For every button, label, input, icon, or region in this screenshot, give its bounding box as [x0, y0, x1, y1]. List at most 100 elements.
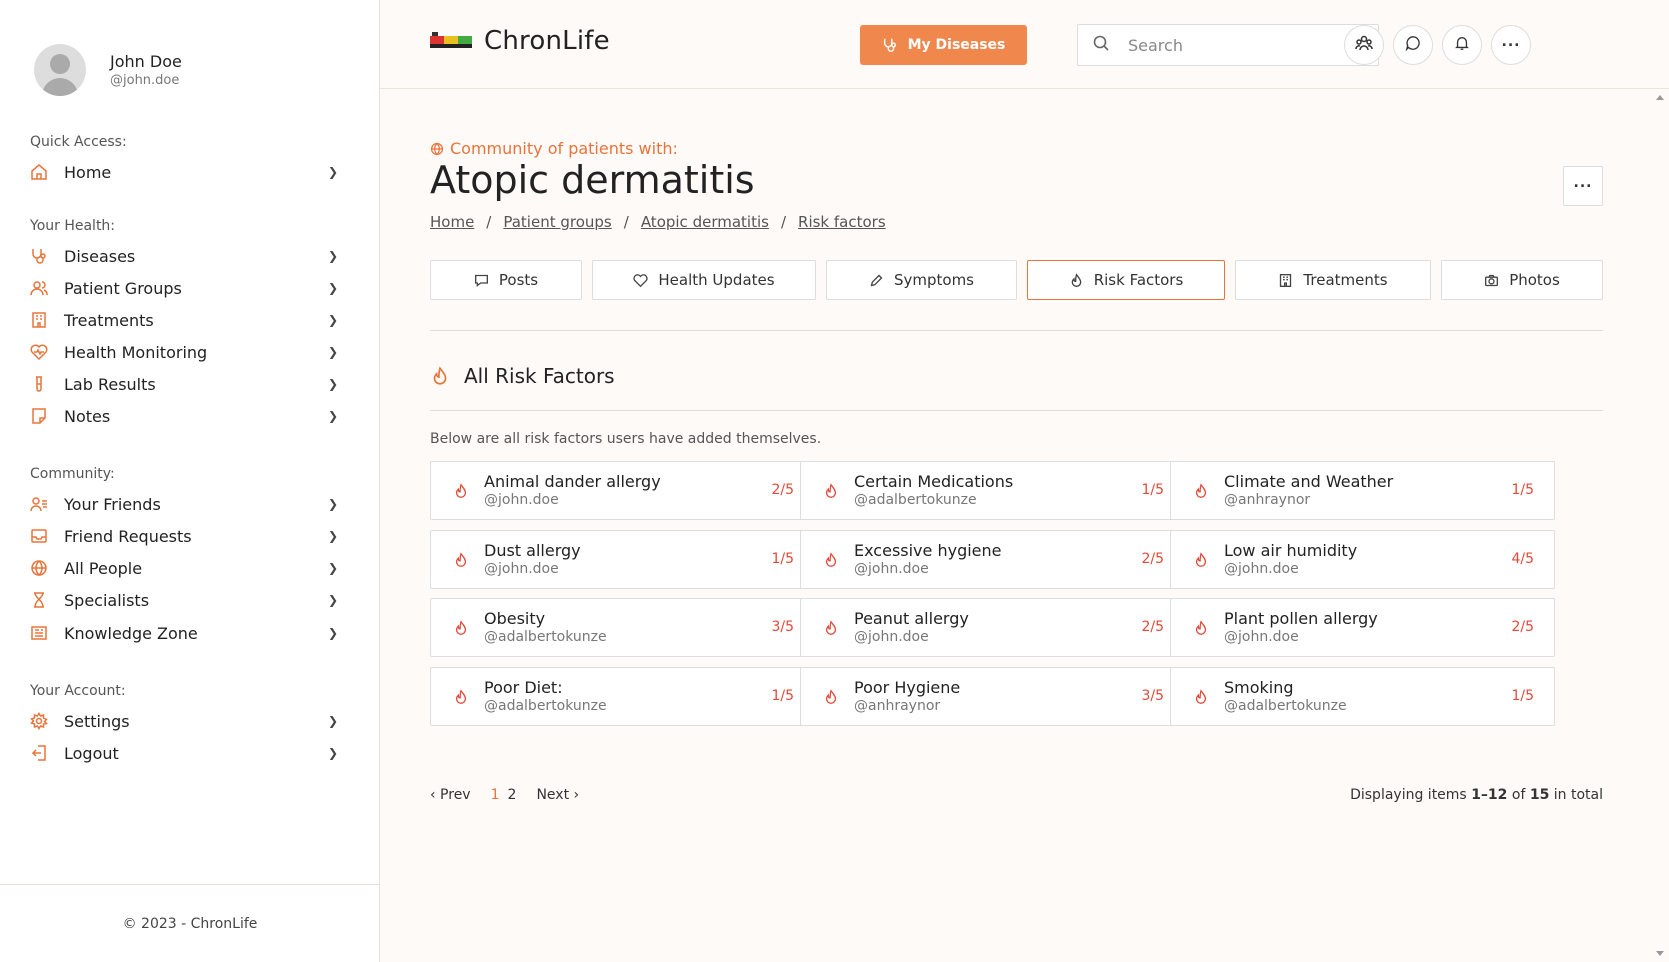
notifications-button[interactable]	[1442, 25, 1482, 65]
breadcrumb-patient-groups[interactable]: Patient groups	[503, 213, 611, 231]
risk-factor-author[interactable]: @john.doe	[484, 492, 559, 508]
risk-factor-card[interactable]: Smoking @adalbertokunze 1/5	[1170, 667, 1555, 726]
tab-health-updates[interactable]: Health Updates	[592, 260, 816, 300]
prev-page-link[interactable]: ‹ Prev	[430, 787, 471, 803]
brand-logo[interactable]: ChronLife	[430, 26, 610, 56]
stethoscope-icon	[30, 247, 48, 265]
risk-factor-author[interactable]: @john.doe	[854, 629, 929, 645]
display-total: 15	[1529, 787, 1550, 803]
flame-icon	[823, 482, 839, 500]
chevron-right-icon: ❯	[327, 497, 339, 511]
next-page-link[interactable]: Next ›	[536, 787, 579, 803]
sidebar-item-notes[interactable]: Notes ❯	[30, 402, 340, 430]
pencil-icon	[869, 273, 884, 288]
sidebar-item-patient-groups[interactable]: Patient Groups ❯	[30, 274, 340, 302]
risk-factor-author[interactable]: @anhraynor	[854, 698, 940, 714]
breadcrumb-risk-factors[interactable]: Risk factors	[798, 213, 886, 231]
risk-factor-author[interactable]: @john.doe	[484, 561, 559, 577]
risk-factor-card[interactable]: Peanut allergy @john.doe 2/5	[800, 598, 1185, 657]
flame-icon	[823, 619, 839, 637]
section-quick-access: Quick Access:	[30, 134, 127, 150]
more-options-button[interactable]: ...	[1491, 25, 1531, 65]
risk-factor-score: 2/5	[1141, 619, 1164, 635]
risk-factor-card[interactable]: Low air humidity @john.doe 4/5	[1170, 530, 1555, 589]
page-more-button[interactable]: ...	[1563, 166, 1603, 206]
breadcrumb-disease[interactable]: Atopic dermatitis	[641, 213, 769, 231]
sidebar-item-all-people[interactable]: All People ❯	[30, 554, 340, 582]
tab-symptoms[interactable]: Symptoms	[826, 260, 1017, 300]
sidebar-item-health-monitoring[interactable]: Health Monitoring ❯	[30, 338, 340, 366]
my-diseases-button[interactable]: My Diseases	[860, 25, 1027, 65]
risk-factor-author[interactable]: @john.doe	[854, 561, 929, 577]
risk-factor-author[interactable]: @anhraynor	[1224, 492, 1310, 508]
risk-factor-card[interactable]: Climate and Weather @anhraynor 1/5	[1170, 461, 1555, 520]
tab-risk-factors[interactable]: Risk Factors	[1027, 260, 1225, 300]
divider	[430, 330, 1603, 331]
risk-factor-card[interactable]: Obesity @adalbertokunze 3/5	[430, 598, 815, 657]
note-icon	[30, 407, 48, 425]
sidebar-item-diseases[interactable]: Diseases ❯	[30, 242, 340, 270]
my-diseases-label: My Diseases	[907, 37, 1006, 53]
users-icon	[30, 279, 48, 297]
risk-factor-card[interactable]: Certain Medications @adalbertokunze 1/5	[800, 461, 1185, 520]
risk-factor-author[interactable]: @adalbertokunze	[1224, 698, 1347, 714]
risk-factor-score: 4/5	[1511, 551, 1534, 567]
page-link-2[interactable]: 2	[508, 787, 517, 803]
chevron-right-icon: ❯	[327, 377, 339, 391]
risk-factor-title: Smoking	[1224, 678, 1294, 697]
tab-posts[interactable]: Posts	[430, 260, 582, 300]
risk-factor-card[interactable]: Dust allergy @john.doe 1/5	[430, 530, 815, 589]
sidebar-item-label: Diseases	[64, 246, 136, 266]
risk-factor-card[interactable]: Plant pollen allergy @john.doe 2/5	[1170, 598, 1555, 657]
page-link-1[interactable]: 1	[491, 787, 500, 803]
chevron-right-icon: ❯	[327, 281, 339, 295]
risk-factor-card[interactable]: Excessive hygiene @john.doe 2/5	[800, 530, 1185, 589]
scrollbar[interactable]	[1652, 89, 1669, 962]
sidebar-item-label: Home	[64, 162, 112, 182]
risk-factor-card[interactable]: Poor Diet: @adalbertokunze 1/5	[430, 667, 815, 726]
intro-text: Below are all risk factors users have ad…	[430, 431, 822, 447]
sidebar-item-knowledge-zone[interactable]: Knowledge Zone ❯	[30, 619, 340, 647]
sidebar-item-home[interactable]: Home ❯	[30, 158, 340, 186]
sidebar-item-label: Settings	[64, 711, 130, 731]
user-profile[interactable]: John Doe @john.doe	[34, 44, 182, 96]
sidebar-item-treatments[interactable]: Treatments ❯	[30, 306, 340, 334]
display-count: Displaying items 1–12 of 15 in total	[1350, 787, 1603, 803]
risk-factor-author[interactable]: @adalbertokunze	[484, 698, 607, 714]
profile-handle: @john.doe	[110, 73, 180, 88]
globe-icon	[430, 142, 444, 156]
risk-factor-score: 1/5	[1141, 482, 1164, 498]
chevron-right-icon: ❯	[327, 626, 339, 640]
globe-icon	[30, 559, 48, 577]
risk-factor-author[interactable]: @john.doe	[1224, 629, 1299, 645]
risk-factor-score: 1/5	[771, 551, 794, 567]
sidebar-item-logout[interactable]: Logout ❯	[30, 739, 340, 767]
sidebar-item-lab-results[interactable]: Lab Results ❯	[30, 370, 340, 398]
risk-factor-author[interactable]: @adalbertokunze	[484, 629, 607, 645]
sidebar-item-friend-requests[interactable]: Friend Requests ❯	[30, 522, 340, 550]
tab-photos[interactable]: Photos	[1441, 260, 1603, 300]
ellipsis-icon: ...	[1501, 34, 1521, 50]
messages-button[interactable]	[1393, 25, 1433, 65]
sidebar-item-your-friends[interactable]: Your Friends ❯	[30, 490, 340, 518]
risk-factor-author[interactable]: @adalbertokunze	[854, 492, 977, 508]
risk-factor-card[interactable]: Poor Hygiene @anhraynor 3/5	[800, 667, 1185, 726]
flame-icon	[453, 482, 469, 500]
breadcrumb-home[interactable]: Home	[430, 213, 474, 231]
risk-factor-author[interactable]: @john.doe	[1224, 561, 1299, 577]
sidebar-item-label: Patient Groups	[64, 278, 182, 298]
risk-factor-card[interactable]: Animal dander allergy @john.doe 2/5	[430, 461, 815, 520]
chevron-right-icon: ❯	[327, 345, 339, 359]
sidebar-item-settings[interactable]: Settings ❯	[30, 707, 340, 735]
tab-treatments[interactable]: Treatments	[1235, 260, 1431, 300]
search-input[interactable]	[1128, 35, 1348, 55]
brand-name: ChronLife	[484, 26, 610, 56]
search-box[interactable]	[1077, 24, 1379, 66]
sidebar-item-specialists[interactable]: Specialists ❯	[30, 586, 340, 614]
sidebar-item-label: Your Friends	[64, 494, 161, 514]
avatar[interactable]	[34, 44, 86, 96]
groups-button[interactable]	[1344, 25, 1384, 65]
stethoscope-icon	[882, 37, 898, 53]
risk-factor-score: 1/5	[1511, 688, 1534, 704]
risk-factor-title: Poor Hygiene	[854, 678, 961, 697]
